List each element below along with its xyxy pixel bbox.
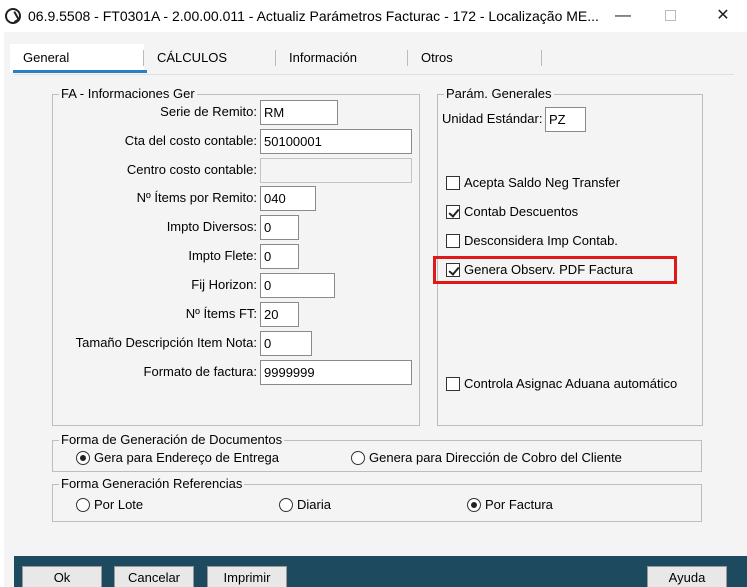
group-title: Parám. Generales [444, 86, 554, 102]
checkbox-label: Acepta Saldo Neg Transfer [464, 175, 621, 190]
impto-flete-label: Impto Flete: [188, 248, 257, 263]
radio-unselected-icon [76, 497, 90, 512]
tamano-descripcion-input[interactable]: 0 [260, 331, 312, 356]
impto-flete-input[interactable]: 0 [260, 244, 299, 269]
radio-label: Por Factura [485, 497, 553, 512]
maximize-icon [664, 10, 676, 22]
active-tab-indicator [13, 70, 147, 73]
radio-selected-icon [467, 497, 481, 512]
radio-unselected-icon [351, 450, 365, 465]
contab-descuentos-checkbox[interactable]: Contab Descuentos [446, 204, 578, 219]
fij-horizon-input[interactable]: 0 [260, 273, 335, 298]
unidad-estandar-label: Unidad Estándar: [442, 111, 543, 126]
tab-otros[interactable]: Otros [408, 44, 542, 72]
tab-general[interactable]: General [10, 44, 144, 72]
radio-selected-icon [76, 450, 90, 465]
gera-endereco-entrega-radio[interactable]: Gera para Endereço de Entrega [76, 450, 279, 465]
group-title: FA - Informaciones Ger [59, 86, 197, 102]
red-highlight-box [433, 256, 677, 284]
diaria-radio[interactable]: Diaria [279, 497, 331, 512]
acepta-saldo-neg-checkbox[interactable]: Acepta Saldo Neg Transfer [446, 175, 620, 190]
checkbox-label: Contab Descuentos [464, 204, 579, 219]
tab-label: CÁLCULOS [157, 50, 228, 65]
unidad-estandar-input[interactable]: PZ [545, 107, 586, 132]
app-logo-icon [5, 8, 21, 24]
serie-remito-label: Serie de Remito: [160, 104, 257, 119]
genera-direccion-cobro-radio[interactable]: Genera para Dirección de Cobro del Clien… [351, 450, 622, 465]
checkbox-unchecked-icon [446, 175, 460, 190]
impto-diversos-label: Impto Diversos: [166, 219, 257, 234]
tab-informacion[interactable]: Información [276, 44, 408, 72]
formato-factura-label: Formato de factura: [143, 364, 257, 379]
items-ft-label: Nº Ítems FT: [185, 306, 257, 321]
group-title: Forma Generación Referencias [59, 476, 245, 492]
minimize-button[interactable]: — [600, 0, 646, 32]
por-lote-radio[interactable]: Por Lote [76, 497, 143, 512]
serie-remito-input[interactable]: RM [260, 100, 338, 125]
tamano-descripcion-label: Tamaño Descripción Item Nota: [75, 335, 257, 350]
tab-label: Información [289, 50, 357, 65]
items-por-remito-input[interactable]: 040 [260, 186, 316, 211]
fij-horizon-label: Fij Horizon: [191, 277, 257, 292]
desconsidera-imp-contab-checkbox[interactable]: Desconsidera Imp Contab. [446, 233, 618, 248]
maximize-button[interactable] [647, 0, 693, 32]
cta-costo-contable-label: Cta del costo contable: [124, 133, 257, 148]
cta-costo-contable-input[interactable]: 50100001 [260, 129, 412, 154]
centro-costo-contable-input[interactable] [260, 158, 412, 183]
radio-label: Genera para Dirección de Cobro del Clien… [369, 450, 622, 465]
radio-unselected-icon [279, 497, 293, 512]
tab-label: General [23, 50, 70, 65]
items-ft-input[interactable]: 20 [260, 302, 299, 327]
close-button[interactable]: ✕ [700, 0, 746, 32]
checkbox-unchecked-icon [446, 233, 460, 248]
cancel-button[interactable]: Cancelar [114, 566, 194, 587]
group-title: Forma de Generación de Documentos [59, 432, 285, 448]
help-button[interactable]: Ayuda [647, 566, 727, 587]
checkbox-checked-icon [446, 204, 460, 219]
radio-label: Por Lote [94, 497, 144, 512]
title-bar: 06.9.5508 - FT0301A - 2.00.00.011 - Actu… [0, 0, 747, 32]
checkbox-label: Controla Asignac Aduana automático [464, 376, 678, 391]
checkbox-unchecked-icon [446, 376, 460, 391]
checkbox-label: Desconsidera Imp Contab. [464, 233, 618, 248]
forma-generacion-referencias-group: Forma Generación Referencias [52, 476, 702, 522]
radio-label: Diaria [297, 497, 331, 512]
formato-factura-input[interactable]: 9999999 [260, 360, 412, 385]
centro-costo-contable-label: Centro costo contable: [126, 162, 257, 177]
tab-label: Otros [421, 50, 453, 65]
impto-diversos-input[interactable]: 0 [260, 215, 299, 240]
tab-calculos[interactable]: CÁLCULOS [144, 44, 276, 72]
window-title: 06.9.5508 - FT0301A - 2.00.00.011 - Actu… [28, 8, 599, 24]
items-por-remito-label: Nº Ítems por Remito: [136, 190, 257, 205]
controla-asignac-aduana-checkbox[interactable]: Controla Asignac Aduana automático [446, 376, 677, 391]
por-factura-radio[interactable]: Por Factura [467, 497, 553, 512]
ok-button[interactable]: Ok [22, 566, 102, 587]
radio-label: Gera para Endereço de Entrega [94, 450, 280, 465]
print-button[interactable]: Imprimir [207, 566, 287, 587]
